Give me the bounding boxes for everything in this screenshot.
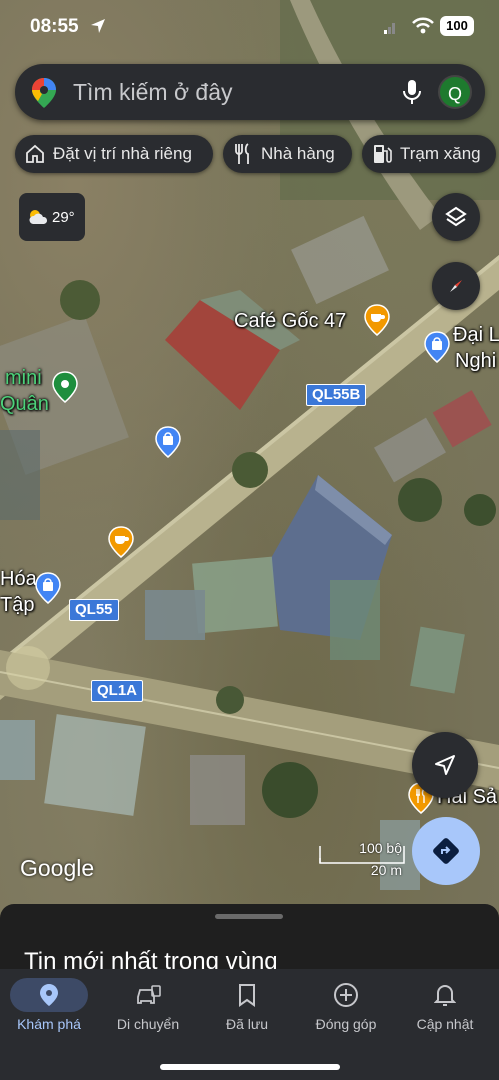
battery-indicator: 100 [440,16,474,36]
cafe-pin-icon[interactable] [364,304,390,336]
nav-label: Di chuyển [116,1016,180,1032]
directions-icon [433,838,459,864]
sheet-drag-handle[interactable] [215,914,283,919]
road-shield-ql55: QL55 [69,599,119,621]
scale-bar: 100 bộ 20 m [318,840,408,880]
search-bar[interactable]: Tìm kiếm ở đây Q [15,64,485,120]
compass-icon [450,280,462,292]
park-pin-icon[interactable] [52,371,78,403]
nav-label: Đã lưu [225,1016,269,1032]
nav-icon-container [10,978,88,1012]
chip-gas-stations[interactable]: Trạm xăng [362,135,496,173]
place-label-cafe[interactable]: Café Gốc 47 [234,310,346,332]
location-arrow-icon [91,19,105,33]
layers-button[interactable] [432,193,480,241]
navigation-arrow-icon [435,755,455,775]
place-label-dai-line1[interactable]: Đại L [453,324,499,346]
home-indicator[interactable] [160,1064,340,1070]
road-shield-ql1a: QL1A [91,680,144,702]
location-pin-icon [40,984,58,1006]
road-shield-ql55b: QL55B [306,384,367,406]
signal-icon [384,23,395,34]
place-label-mini-line1[interactable]: mini [5,367,42,389]
my-location-button[interactable] [412,732,478,798]
partly-cloudy-icon [29,210,48,224]
bookmark-icon [239,984,255,1007]
chip-label: Đặt vị trí nhà riêng [53,144,192,163]
nav-icon-container [208,978,286,1012]
weather-temp: 29° [52,208,75,226]
status-bar: 08:55 100 [0,0,499,56]
chip-restaurants[interactable]: Nhà hàng [223,135,352,173]
shopping-pin-icon[interactable] [35,572,61,604]
directions-button[interactable] [412,817,480,885]
place-label-dai-line2[interactable]: Nghi [455,350,496,372]
wifi-icon [412,17,434,34]
nav-tab-contribute[interactable]: Đóng góp [298,969,394,1049]
chip-set-home[interactable]: Đặt vị trí nhà riêng [15,135,213,173]
scale-label-meters: 20 m [370,862,402,878]
microphone-icon[interactable] [401,78,423,106]
nav-icon-container [109,978,187,1012]
google-maps-logo-icon [32,78,56,108]
shopping-pin-icon[interactable] [424,331,450,363]
nav-label: Đóng góp [315,1016,377,1032]
add-circle-icon [334,983,358,1007]
google-attribution: Google [20,855,95,881]
scale-label-feet: 100 bộ [359,840,402,856]
status-time: 08:55 [30,16,79,37]
nav-tab-explore[interactable]: Khám phá [1,969,97,1049]
restaurant-icon [235,143,249,164]
chip-label: Trạm xăng [400,144,481,163]
place-label-hoa-line2[interactable]: Tập [0,594,34,616]
nav-icon-container [307,978,385,1012]
layers-icon [445,206,467,227]
nav-tab-updates[interactable]: Cập nhật [397,969,493,1049]
account-avatar[interactable]: Q [438,75,472,109]
place-label-mini-line2[interactable]: Quân [0,393,49,415]
home-icon [26,144,44,163]
car-icon [137,985,161,1004]
bell-icon [434,985,456,1006]
compass-button[interactable] [432,262,480,310]
shopping-pin-icon[interactable] [155,426,181,458]
nav-tab-commute[interactable]: Di chuyển [100,969,196,1049]
gas-station-icon [374,145,392,163]
chip-label: Nhà hàng [261,144,335,163]
weather-badge[interactable]: 29° [19,193,85,241]
nav-tab-saved[interactable]: Đã lưu [199,969,295,1049]
search-input[interactable]: Tìm kiếm ở đây [73,79,233,106]
nav-label: Khám phá [17,1016,81,1032]
cafe-pin-icon[interactable] [108,526,134,558]
place-label-hoa-line1[interactable]: Hóa [0,568,37,590]
nav-icon-container [406,978,484,1012]
nav-label: Cập nhật [416,1016,474,1032]
